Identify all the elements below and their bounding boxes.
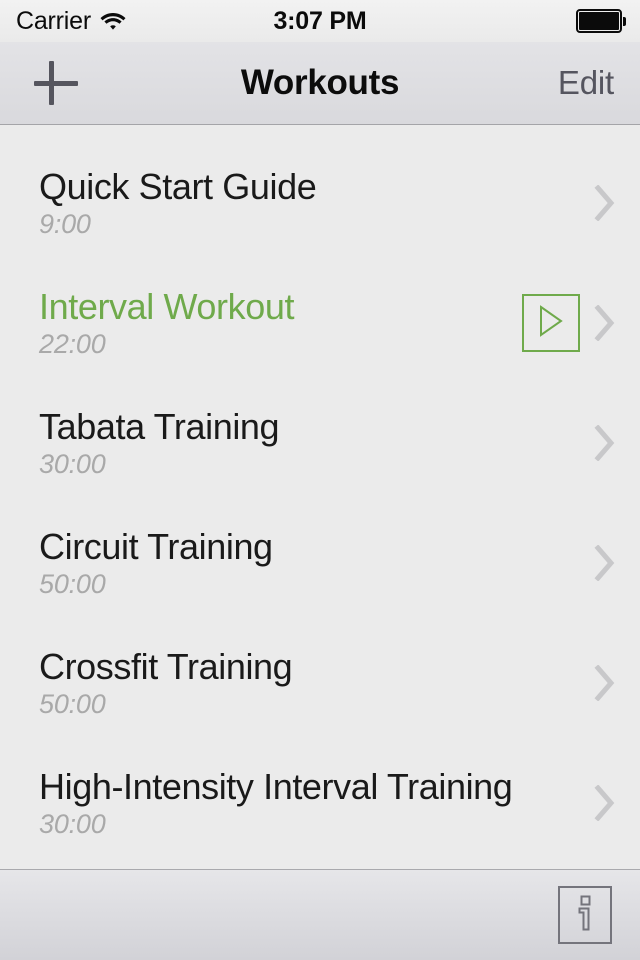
workout-title: Tabata Training: [39, 405, 280, 447]
workout-duration: 50:00: [39, 688, 106, 719]
chevron-right-icon: [594, 304, 616, 342]
workout-duration: 30:00: [39, 808, 106, 839]
bottom-toolbar: [0, 870, 640, 960]
list-item[interactable]: Interval Workout 22:00: [0, 263, 640, 383]
plus-icon: [34, 81, 78, 86]
workout-list[interactable]: Quick Start Guide 9:00 Interval Workout …: [0, 125, 640, 870]
workout-title: Quick Start Guide: [39, 165, 317, 207]
list-item-accessories: [594, 544, 616, 582]
navigation-bar: Workouts Edit: [0, 42, 640, 125]
workout-duration: 9:00: [39, 208, 91, 239]
chevron-right-icon: [594, 664, 616, 702]
list-item[interactable]: High-Intensity Interval Training 30:00: [0, 743, 640, 863]
list-item[interactable]: Quick Start Guide 9:00: [0, 143, 640, 263]
status-bar-right: [576, 9, 626, 33]
list-item[interactable]: Tabata Training 30:00: [0, 383, 640, 503]
list-item[interactable]: Crossfit Training 50:00: [0, 623, 640, 743]
chevron-right-icon: [594, 184, 616, 222]
battery-full-icon: [576, 9, 626, 33]
list-item-text: Circuit Training 50:00: [39, 525, 273, 599]
edit-button[interactable]: Edit: [558, 66, 614, 101]
list-item-text: Tabata Training 30:00: [39, 405, 280, 479]
carrier-label: Carrier: [16, 6, 91, 35]
chevron-right-icon: [594, 544, 616, 582]
workout-duration: 30:00: [39, 448, 106, 479]
info-icon: [573, 894, 597, 937]
play-button[interactable]: [522, 294, 580, 352]
list-item-text: Interval Workout 22:00: [39, 285, 295, 359]
workout-title: Interval Workout: [39, 285, 295, 327]
workout-title: Circuit Training: [39, 525, 273, 567]
list-item-text: Crossfit Training 50:00: [39, 645, 293, 719]
chevron-right-icon: [594, 424, 616, 462]
list-item-accessories: [594, 424, 616, 462]
list-item-accessories: [594, 184, 616, 222]
status-bar: Carrier 3:07 PM: [0, 0, 640, 42]
add-workout-button[interactable]: [30, 57, 82, 109]
app-screen: Carrier 3:07 PM Workouts Edit Quick Star…: [0, 0, 640, 960]
list-item-accessories: [594, 784, 616, 822]
workout-duration: 50:00: [39, 568, 106, 599]
page-title: Workouts: [240, 62, 400, 102]
wifi-icon: [100, 12, 126, 31]
play-icon: [536, 304, 566, 343]
workout-title: High-Intensity Interval Training: [39, 765, 513, 807]
list-item-accessories: [522, 294, 616, 352]
chevron-right-icon: [594, 784, 616, 822]
list-item[interactable]: Circuit Training 50:00: [0, 503, 640, 623]
list-item-text: Quick Start Guide 9:00: [39, 165, 317, 239]
list-item-accessories: [594, 664, 616, 702]
info-button[interactable]: [558, 886, 612, 944]
workout-title: Crossfit Training: [39, 645, 293, 687]
workout-duration: 22:00: [39, 328, 106, 359]
status-bar-left: Carrier: [16, 7, 126, 36]
list-item-text: High-Intensity Interval Training 30:00: [39, 765, 513, 839]
